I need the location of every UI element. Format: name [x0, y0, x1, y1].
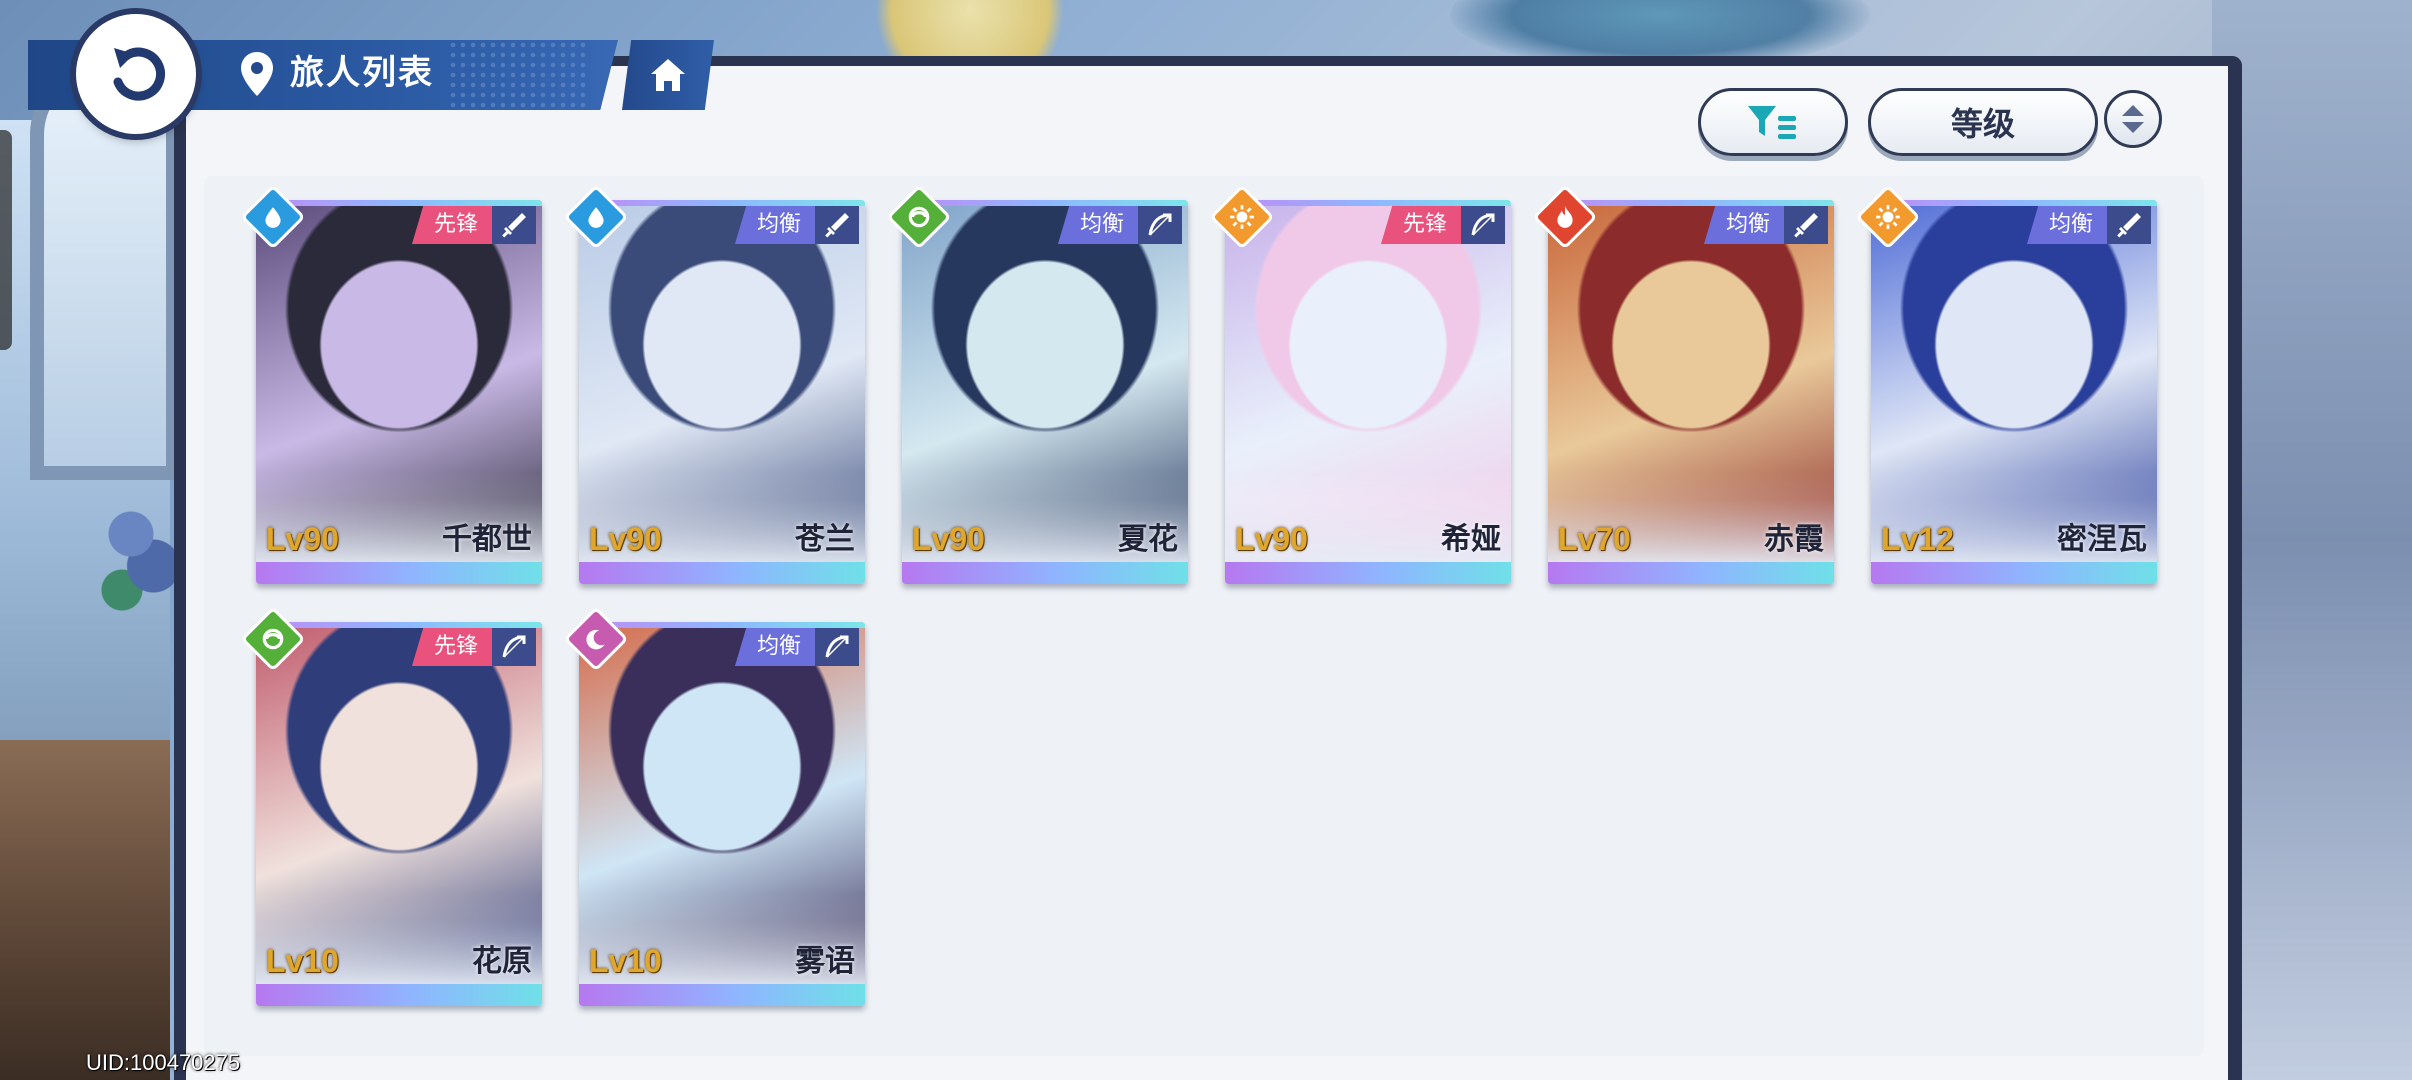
back-arrow-icon [113, 47, 165, 101]
weapon-badge [492, 206, 536, 244]
character-name: 密涅瓦 [2057, 522, 2147, 557]
water-icon [265, 207, 281, 228]
sword-icon [1794, 213, 1818, 238]
background-plant [95, 470, 185, 630]
card-rarity-strip [1225, 562, 1511, 584]
element-badge [240, 606, 306, 672]
back-button[interactable] [76, 14, 196, 134]
character-level: Lv90 [912, 521, 985, 557]
bow-icon [1471, 213, 1495, 236]
character-name: 赤霞 [1764, 522, 1824, 557]
wind-icon [262, 628, 284, 650]
character-level: Lv90 [266, 521, 339, 557]
light-icon [1876, 205, 1900, 229]
dark-icon [586, 629, 605, 650]
weapon-badge [2107, 206, 2151, 244]
location-pin-icon [241, 52, 273, 96]
sword-icon [2117, 213, 2141, 238]
character-name: 希娅 [1441, 522, 1501, 557]
fire-icon [1557, 206, 1573, 228]
character-level: Lv10 [589, 943, 662, 979]
card-rarity-strip [902, 562, 1188, 584]
edge-handle [0, 130, 12, 350]
card-rarity-strip [1871, 562, 2157, 584]
user-id: UID:100470275 [86, 1050, 241, 1075]
element-badge [1532, 184, 1598, 250]
wind-icon [908, 206, 930, 228]
traveler-card[interactable]: 均衡 Lv90 苍兰 [579, 200, 865, 584]
traveler-card[interactable]: 均衡 Lv90 夏花 [902, 200, 1188, 584]
filter-button[interactable] [1698, 88, 1848, 156]
role-badge: 均衡 [734, 628, 815, 666]
background-right-wall [2212, 0, 2412, 1080]
bow-icon [825, 635, 849, 658]
background-desk [0, 740, 170, 1080]
traveler-card[interactable]: 先锋 Lv90 千都世 [256, 200, 542, 584]
card-rarity-strip [1548, 562, 1834, 584]
element-badge [1855, 184, 1921, 250]
card-rarity-strip [256, 984, 542, 1006]
element-badge [563, 606, 629, 672]
role-badge: 先锋 [411, 628, 492, 666]
card-rarity-strip [256, 562, 542, 584]
role-badge: 均衡 [2026, 206, 2107, 244]
filter-icon [1748, 106, 1796, 139]
weapon-badge [1784, 206, 1828, 244]
character-name: 千都世 [442, 522, 532, 557]
home-icon [651, 59, 685, 91]
traveler-card[interactable]: 先锋 Lv10 花原 [256, 622, 542, 1006]
character-level: Lv90 [1235, 521, 1308, 557]
character-level: Lv10 [266, 943, 339, 979]
sword-icon [502, 213, 526, 238]
role-badge: 先锋 [411, 206, 492, 244]
weapon-badge [815, 628, 859, 666]
element-badge [240, 184, 306, 250]
role-badge: 均衡 [1703, 206, 1784, 244]
character-level: Lv12 [1881, 521, 1954, 557]
traveler-card[interactable]: 先锋 Lv90 希娅 [1225, 200, 1511, 584]
card-rarity-strip [579, 984, 865, 1006]
sword-icon [825, 213, 849, 238]
role-badge: 先锋 [1380, 206, 1461, 244]
water-icon [588, 207, 604, 228]
sort-by-button[interactable]: 等级 [1868, 88, 2098, 156]
weapon-badge [1138, 206, 1182, 244]
weapon-badge [815, 206, 859, 244]
character-name: 雾语 [795, 944, 855, 979]
weapon-badge [492, 628, 536, 666]
element-badge [886, 184, 952, 250]
sort-by-label: 等级 [1950, 105, 2015, 143]
light-icon [1230, 205, 1254, 229]
card-rarity-strip [579, 562, 865, 584]
sort-order-icon [2122, 105, 2144, 133]
element-badge [1209, 184, 1275, 250]
bow-icon [502, 635, 526, 658]
character-level: Lv70 [1558, 521, 1631, 557]
bow-icon [1148, 213, 1172, 236]
sort-order-toggle[interactable] [2104, 90, 2162, 148]
character-name: 夏花 [1118, 522, 1178, 557]
traveler-card[interactable]: 均衡 Lv12 密涅瓦 [1871, 200, 2157, 584]
element-badge [563, 184, 629, 250]
character-level: Lv90 [589, 521, 662, 557]
weapon-badge [1461, 206, 1505, 244]
traveler-card[interactable]: 均衡 Lv10 雾语 [579, 622, 865, 1006]
character-name: 苍兰 [795, 522, 855, 557]
traveler-card[interactable]: 均衡 Lv70 赤霞 [1548, 200, 1834, 584]
page-title: 旅人列表 [290, 53, 434, 93]
character-name: 花原 [472, 944, 532, 979]
role-badge: 均衡 [734, 206, 815, 244]
home-button[interactable] [622, 40, 714, 110]
role-badge: 均衡 [1057, 206, 1138, 244]
